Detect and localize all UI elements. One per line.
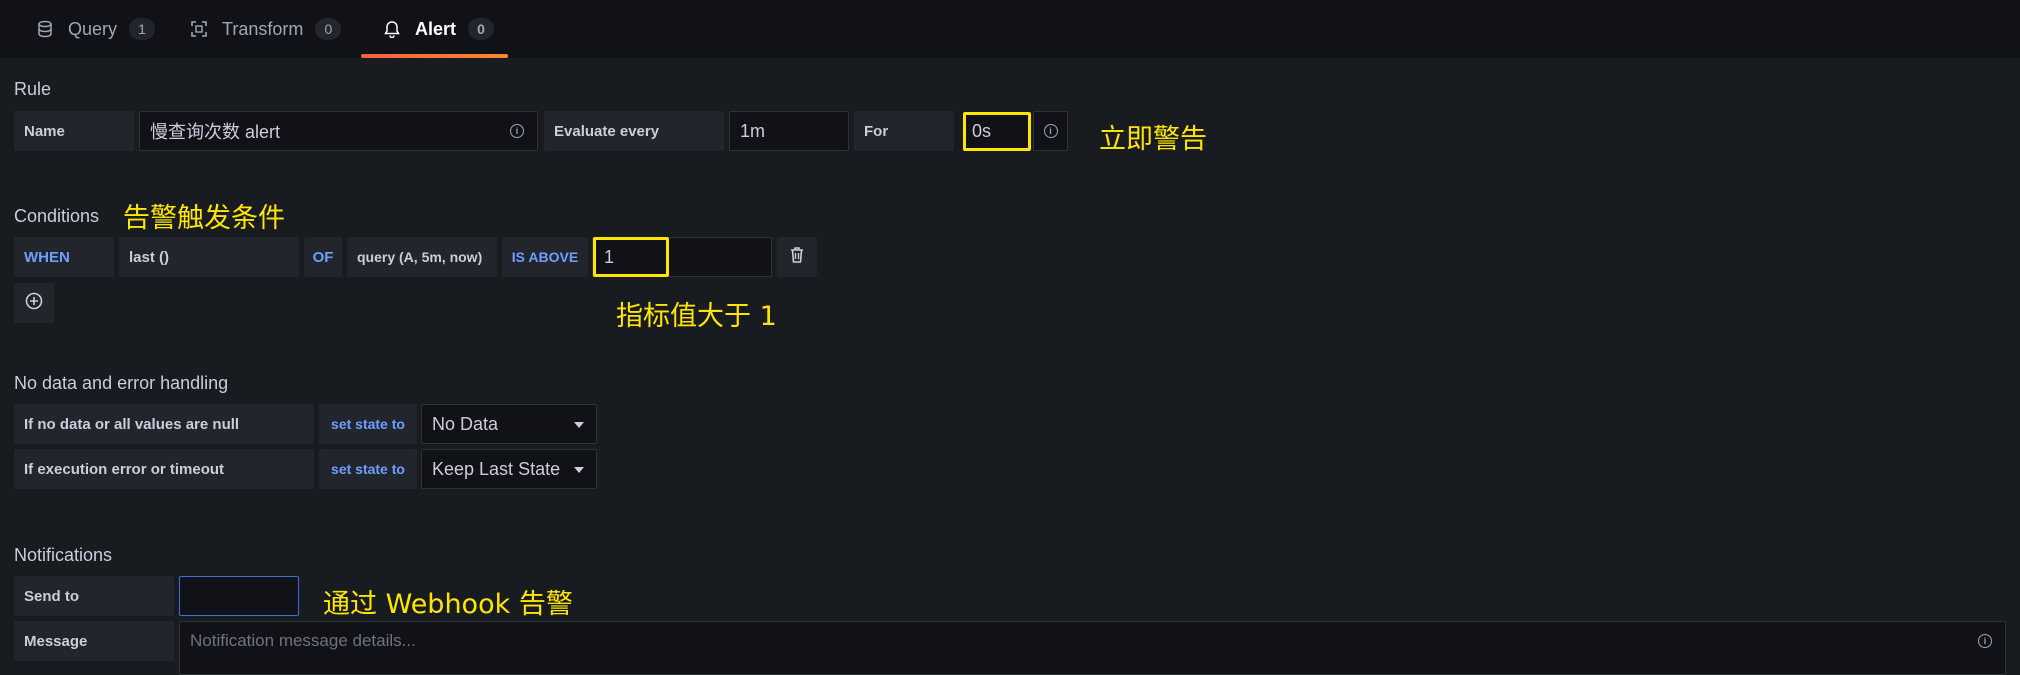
annotation-conditions: 告警触发条件 (123, 203, 285, 234)
nodata-state-select[interactable]: No Data (421, 404, 597, 444)
transform-icon (188, 18, 210, 40)
when-keyword[interactable]: WHEN (14, 237, 114, 277)
database-icon (34, 18, 56, 40)
tab-alert[interactable]: Alert 0 (361, 0, 508, 58)
evaluate-every-value: 1m (740, 120, 766, 141)
send-to-label: Send to (14, 576, 174, 616)
tab-alert-label: Alert (415, 18, 457, 39)
nodata-label: If no data or all values are null (14, 404, 314, 444)
info-icon[interactable]: i (1978, 634, 1992, 648)
editor-tab-bar: Query 1 Transform 0 Alert 0 (0, 0, 2020, 58)
bell-icon (381, 18, 403, 40)
plus-circle-icon (25, 292, 43, 315)
annotation-threshold: 指标值大于 1 (616, 301, 777, 332)
threshold-input[interactable]: 1 (593, 237, 669, 277)
send-to-input[interactable] (179, 576, 299, 616)
for-value: 0s (972, 121, 992, 141)
tab-query-count: 1 (129, 18, 156, 40)
conditions-title: Conditions (14, 206, 100, 226)
nodata-title: No data and error handling (14, 373, 229, 393)
trash-icon (789, 246, 805, 269)
tab-transform-count: 0 (315, 18, 342, 40)
exec-error-label: If execution error or timeout (14, 449, 314, 489)
tab-transform[interactable]: Transform 0 (188, 0, 342, 58)
message-placeholder: Notification message details... (190, 631, 416, 650)
rule-name-label: Name (14, 111, 134, 151)
message-label: Message (14, 621, 174, 661)
delete-condition-button[interactable] (777, 237, 817, 277)
for-info-button[interactable]: i (1033, 111, 1068, 151)
message-textarea[interactable]: Notification message details... (179, 621, 2006, 675)
evaluator-select[interactable]: IS ABOVE (502, 237, 588, 277)
exec-error-set-state-label: set state to (319, 449, 417, 489)
info-icon: i (1043, 124, 1058, 138)
of-keyword: OF (304, 237, 342, 277)
exec-error-state-value: Keep Last State (432, 458, 561, 479)
tab-transform-label: Transform (222, 18, 304, 39)
for-label: For (854, 111, 954, 151)
rule-name-input[interactable]: 慢查询次数 alert (139, 111, 538, 151)
chevron-down-icon (574, 467, 584, 473)
add-condition-button[interactable] (14, 283, 54, 323)
query-select[interactable]: query (A, 5m, now) (347, 237, 497, 277)
tab-alert-count: 0 (468, 18, 495, 40)
notifications-title: Notifications (14, 545, 113, 565)
for-input[interactable]: 0s (963, 112, 1031, 151)
info-icon[interactable]: i (510, 124, 524, 138)
chevron-down-icon (574, 422, 584, 428)
rule-title: Rule (14, 79, 52, 99)
evaluate-every-input[interactable]: 1m (729, 111, 849, 151)
reducer-select[interactable]: last () (119, 237, 299, 277)
nodata-state-value: No Data (432, 413, 499, 434)
threshold-value: 1 (604, 246, 615, 267)
nodata-set-state-label: set state to (319, 404, 417, 444)
annotation-for: 立即警告 (1099, 124, 1207, 155)
annotation-notifications: 通过 Webhook 告警 (323, 589, 573, 620)
tab-query[interactable]: Query 1 (34, 0, 156, 58)
exec-error-state-select[interactable]: Keep Last State (421, 449, 597, 489)
rule-name-value: 慢查询次数 alert (150, 122, 281, 142)
tab-query-label: Query (68, 18, 118, 39)
evaluate-every-label: Evaluate every (544, 111, 724, 151)
